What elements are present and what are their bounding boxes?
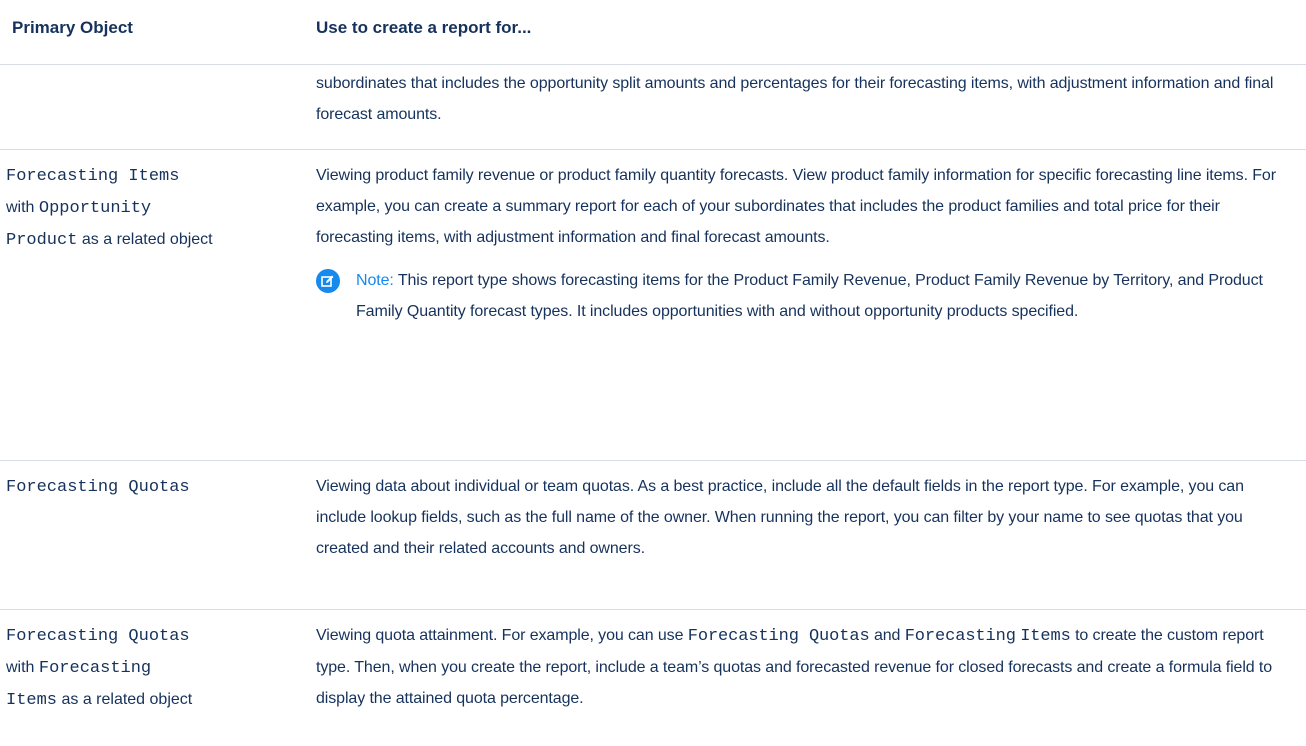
table-row: Forecasting Quotas Viewing data about in… [0,461,1306,610]
row-primary-object: Forecasting Quotas with Forecasting Item… [6,620,306,716]
header-use-to-create: Use to create a report for... [316,18,532,37]
table-row: subordinates that includes the opportuni… [0,65,1306,150]
row-description: Viewing product family revenue or produc… [316,167,1276,246]
object-text: as a related object [61,691,193,708]
header-primary-object: Primary Object [12,18,133,37]
object-code: Forecasting Items [6,167,180,186]
row-description: Viewing data about individual or team qu… [316,478,1244,557]
object-code: Product [6,231,78,250]
note-label: Note: [356,272,394,289]
desc-code: Forecasting [904,627,1016,646]
table-row: Forecasting Quotas with Forecasting Item… [0,610,1306,746]
table-header: Primary Object Use to create a report fo… [0,0,1306,65]
desc-text: and [873,627,901,644]
row-description: subordinates that includes the opportuni… [316,75,1274,123]
row-description-cell: Viewing product family revenue or produc… [316,160,1296,327]
note-text: This report type shows forecasting items… [356,272,1263,320]
row-primary-object: Forecasting Quotas [6,471,306,503]
object-text: with [6,199,35,216]
table-row: Forecasting Items with Opportunity Produ… [0,150,1306,461]
report-types-table: Primary Object Use to create a report fo… [0,0,1306,746]
desc-code: Items [1020,627,1071,646]
object-text: with [6,659,35,676]
object-code: Items [6,691,58,710]
row-primary-object: Forecasting Items with Opportunity Produ… [6,160,306,256]
object-code: Forecasting Quotas [6,478,190,497]
note-callout: Note: This report type shows forecasting… [316,265,1296,327]
desc-text: Viewing quota attainment. For example, y… [316,627,684,644]
object-code: Forecasting Quotas [6,627,190,646]
object-code: Opportunity [38,199,152,218]
object-text: as a related object [81,231,213,248]
object-code: Forecasting [38,659,152,678]
edit-note-icon [316,269,340,293]
row-description: Viewing quota attainment. For example, y… [316,620,1296,714]
desc-code: Forecasting Quotas [687,627,870,646]
